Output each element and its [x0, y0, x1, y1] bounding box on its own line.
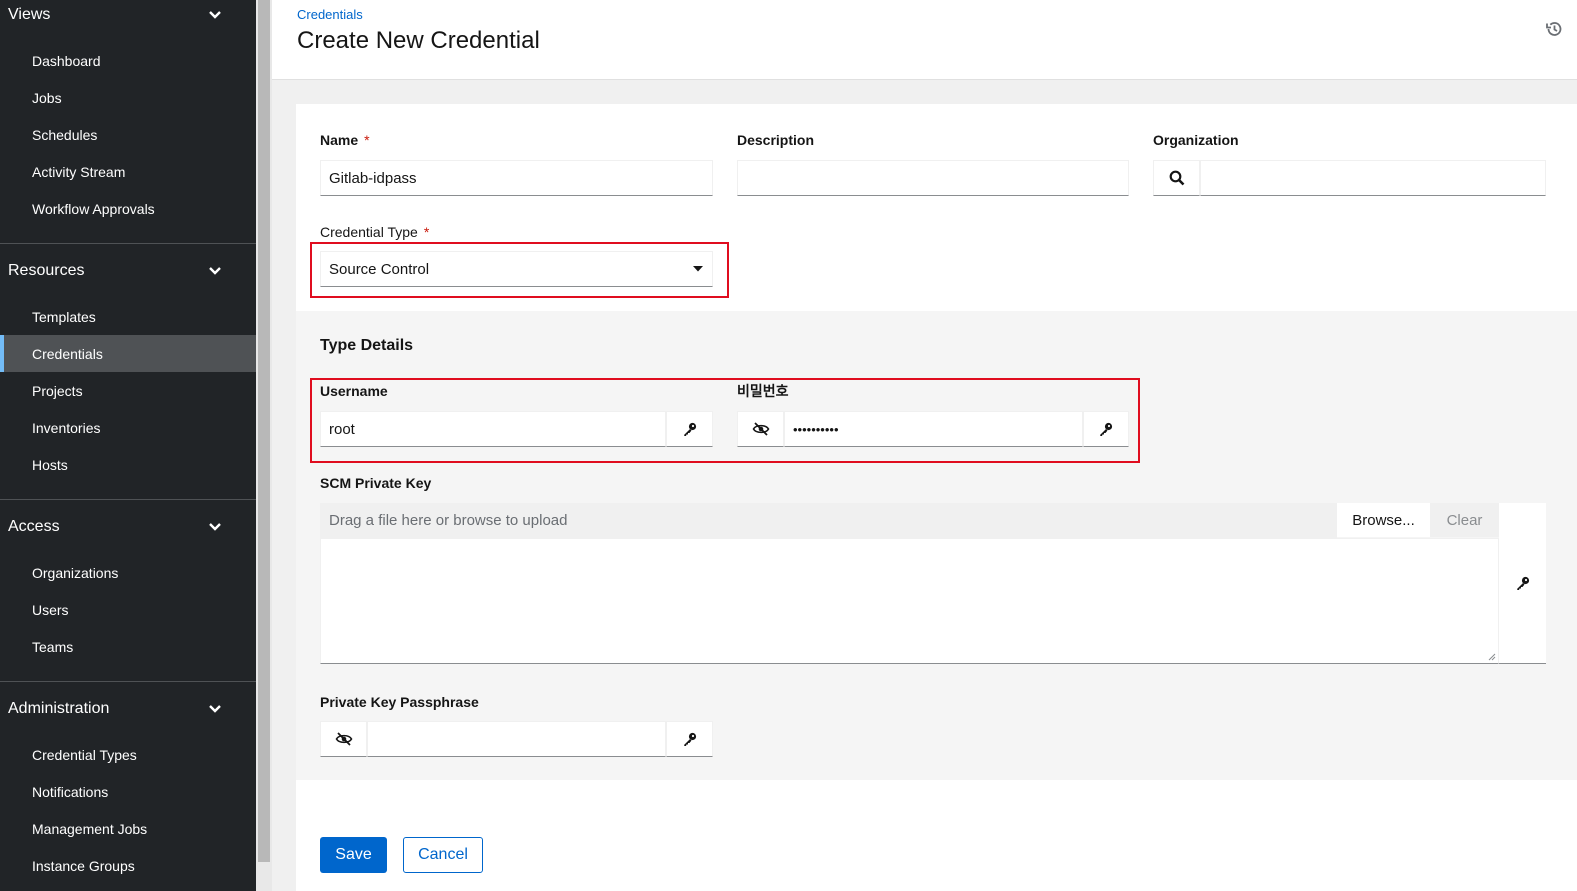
nav-group-title: Resources [8, 262, 85, 279]
resize-grip-icon[interactable] [1488, 653, 1496, 661]
nav-group-toggle-administration[interactable]: Administration [0, 694, 256, 724]
sidebar-item-instance-groups[interactable]: Instance Groups [0, 847, 256, 884]
nav-group-resources: Resources Templates Credentials Projects… [0, 256, 256, 500]
scm-private-key-textarea[interactable] [320, 538, 1499, 664]
sidebar-item-inventories[interactable]: Inventories [0, 409, 256, 446]
sidebar-item-jobs[interactable]: Jobs [0, 79, 256, 116]
save-button[interactable]: Save [320, 837, 387, 873]
passphrase-label: Private Key Passphrase [320, 694, 479, 710]
nav-group-title: Administration [8, 700, 110, 717]
cancel-button[interactable]: Cancel [403, 837, 483, 873]
browse-button[interactable]: Browse... [1337, 503, 1430, 537]
sidebar-item-teams[interactable]: Teams [0, 628, 256, 665]
nav-group-title: Access [8, 518, 60, 535]
nav-group-administration: Administration Credential Types Notifica… [0, 694, 256, 891]
sidebar-item-activity-stream[interactable]: Activity Stream [0, 153, 256, 190]
type-details-section: Type Details Username root 비밀번호 ••••••••… [296, 311, 1577, 780]
credential-type-label-text: Credential Type [320, 224, 418, 240]
nav-group-toggle-access[interactable]: Access [0, 512, 256, 542]
chevron-down-icon [209, 523, 221, 531]
credential-type-label: Credential Type * [320, 224, 429, 240]
organization-lookup-button[interactable] [1153, 160, 1200, 196]
sidebar-item-users[interactable]: Users [0, 591, 256, 628]
organization-input[interactable] [1200, 160, 1546, 196]
chevron-down-icon [209, 267, 221, 275]
scm-key-prompt-button[interactable] [1499, 503, 1546, 664]
history-icon[interactable] [1545, 20, 1563, 38]
sidebar-item-notifications[interactable]: Notifications [0, 773, 256, 810]
annotation-highlight-box [310, 378, 1140, 463]
name-input-value: Gitlab-idpass [329, 169, 417, 187]
name-label: Name * [320, 132, 370, 148]
clear-button[interactable]: Clear [1430, 503, 1499, 537]
file-upload-placeholder: Drag a file here or browse to upload [329, 512, 568, 529]
description-input[interactable] [737, 160, 1129, 196]
sidebar-scrollbar[interactable] [256, 0, 272, 891]
required-mark: * [364, 132, 370, 148]
sidebar-item-organizations[interactable]: Organizations [0, 554, 256, 591]
description-label: Description [737, 132, 815, 148]
type-details-title: Type Details [320, 337, 414, 354]
passphrase-visibility-toggle[interactable] [320, 721, 367, 757]
sidebar: Views Dashboard Jobs Schedules Activity … [0, 0, 256, 891]
key-icon [683, 732, 696, 746]
sidebar-item-schedules[interactable]: Schedules [0, 116, 256, 153]
nav-group-views: Views Dashboard Jobs Schedules Activity … [0, 0, 256, 244]
name-input[interactable]: Gitlab-idpass [320, 160, 713, 196]
nav-group-toggle-views[interactable]: Views [0, 0, 256, 30]
page-title: Create New Credential [297, 27, 540, 54]
passphrase-prompt-button[interactable] [666, 721, 713, 757]
chevron-down-icon [209, 11, 221, 19]
eye-slash-icon [335, 732, 352, 746]
sidebar-item-management-jobs[interactable]: Management Jobs [0, 810, 256, 847]
key-icon [1516, 576, 1529, 590]
scrollbar-thumb[interactable] [258, 0, 270, 862]
sidebar-item-credential-types[interactable]: Credential Types [0, 736, 256, 773]
sidebar-item-hosts[interactable]: Hosts [0, 446, 256, 483]
search-icon [1169, 170, 1184, 186]
passphrase-input[interactable] [367, 721, 666, 757]
sidebar-item-credentials[interactable]: Credentials [0, 335, 256, 372]
sidebar-item-projects[interactable]: Projects [0, 372, 256, 409]
chevron-down-icon [209, 705, 221, 713]
nav-group-access: Access Organizations Users Teams [0, 512, 256, 682]
sidebar-item-dashboard[interactable]: Dashboard [0, 42, 256, 79]
breadcrumb[interactable]: Credentials [297, 7, 363, 22]
nav-group-toggle-resources[interactable]: Resources [0, 256, 256, 286]
main-content: Credentials Create New Credential Name * … [272, 0, 1577, 891]
required-mark: * [423, 224, 430, 240]
sidebar-item-workflow-approvals[interactable]: Workflow Approvals [0, 190, 256, 227]
scm-private-key-label: SCM Private Key [320, 475, 432, 491]
file-upload-dropzone[interactable]: Drag a file here or browse to upload [320, 503, 1337, 539]
organization-label: Organization [1153, 132, 1239, 148]
page-header: Credentials Create New Credential [272, 0, 1577, 80]
nav-group-title: Views [8, 6, 51, 23]
name-label-text: Name [320, 132, 359, 148]
annotation-highlight-box [310, 242, 729, 298]
sidebar-item-templates[interactable]: Templates [0, 298, 256, 335]
